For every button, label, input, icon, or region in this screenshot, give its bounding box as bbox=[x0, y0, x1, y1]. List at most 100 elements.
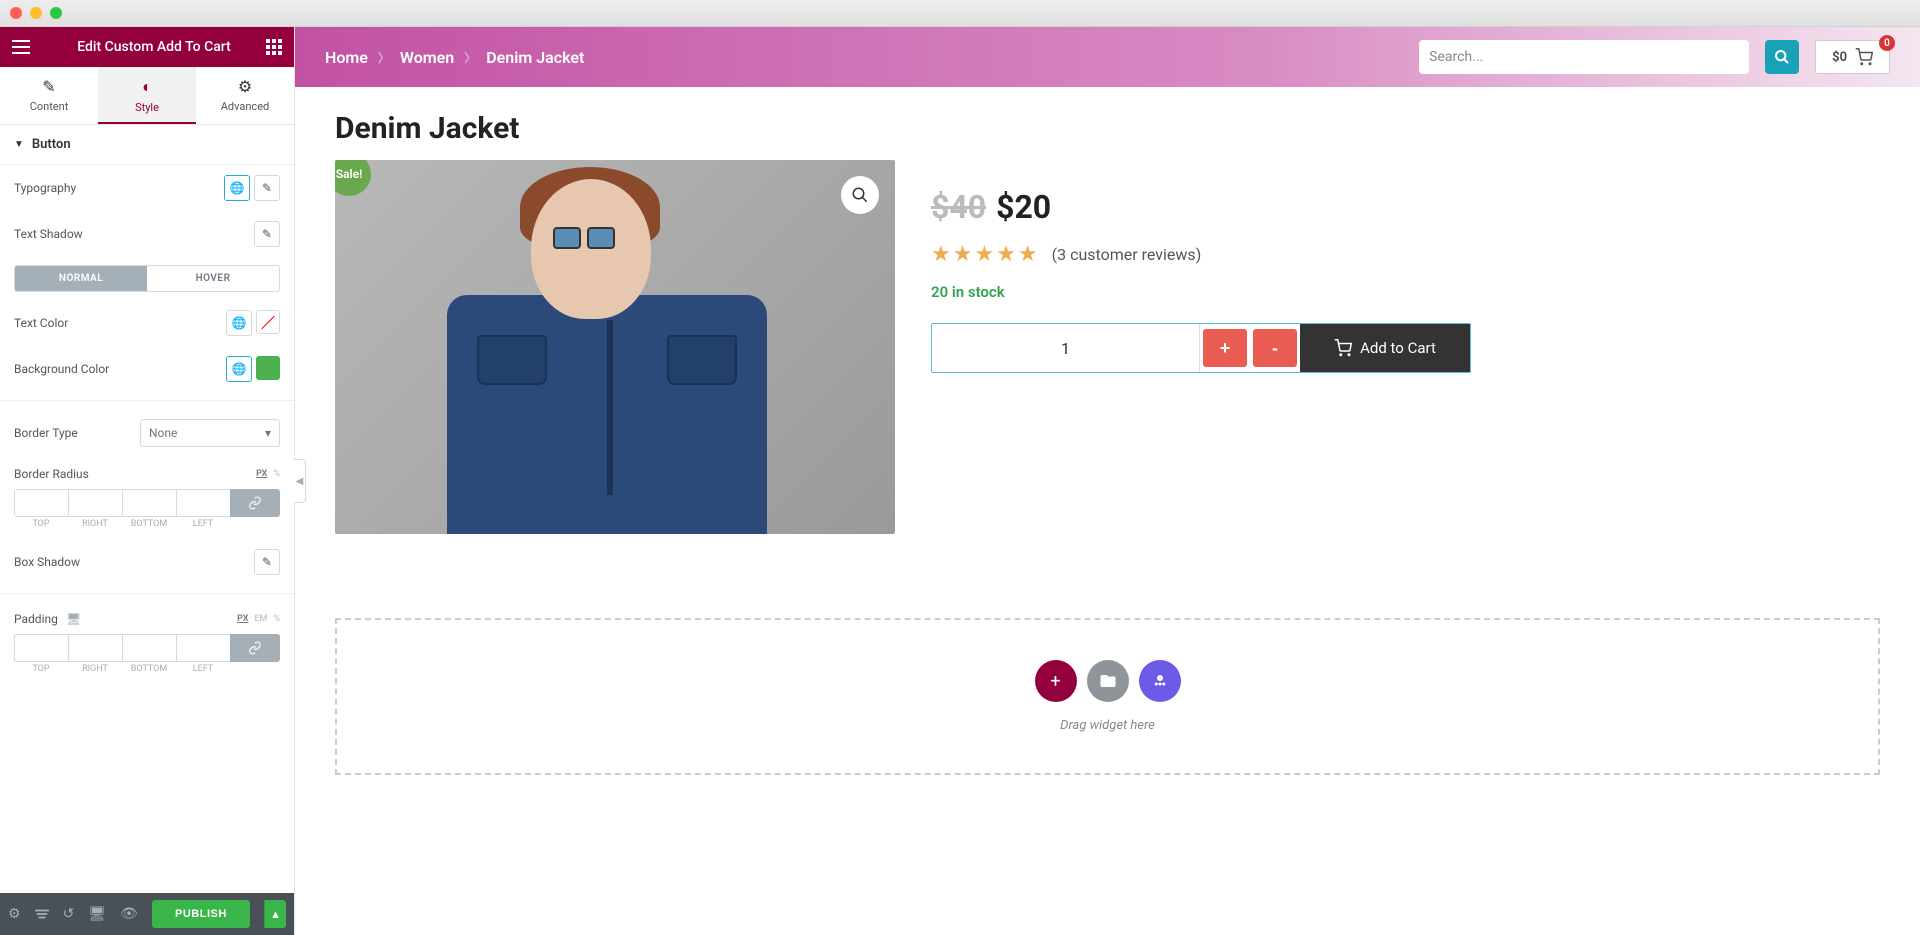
border-radius-labels: TOP RIGHT BOTTOM LEFT bbox=[14, 519, 280, 529]
border-type-select[interactable]: None ▾ bbox=[140, 419, 280, 447]
unit-px[interactable]: PX bbox=[256, 469, 267, 479]
state-tab-normal[interactable]: NORMAL bbox=[15, 266, 147, 291]
sidebar-header: Edit Custom Add To Cart bbox=[0, 27, 294, 67]
padding-inputs bbox=[14, 634, 280, 662]
add-to-cart-button[interactable]: Add to Cart bbox=[1300, 324, 1470, 372]
breadcrumb-women[interactable]: Women bbox=[400, 48, 454, 67]
quantity-minus-button[interactable]: - bbox=[1253, 329, 1297, 367]
drop-zone[interactable]: + Drag widget here bbox=[335, 618, 1880, 775]
padding-right[interactable] bbox=[68, 634, 122, 662]
desktop-icon[interactable]: 🖥 bbox=[66, 612, 81, 626]
border-radius-inputs bbox=[14, 489, 280, 517]
box-shadow-label: Box Shadow bbox=[14, 555, 80, 569]
breadcrumb: Home 〉 Women 〉 Denim Jacket bbox=[325, 48, 584, 67]
editor-title: Edit Custom Add To Cart bbox=[42, 39, 266, 55]
border-radius-right[interactable] bbox=[68, 489, 122, 517]
tab-advanced-label: Advanced bbox=[221, 100, 269, 113]
editor-tabs: ✎ Content ◐ Style ⚙ Advanced bbox=[0, 67, 294, 125]
padding-unit-px[interactable]: PX bbox=[237, 614, 248, 624]
tab-advanced[interactable]: ⚙ Advanced bbox=[196, 67, 294, 124]
unit-pct[interactable]: % bbox=[273, 469, 280, 479]
responsive-icon[interactable]: 🖥 bbox=[88, 906, 106, 922]
border-radius-label: Border Radius bbox=[14, 467, 89, 481]
collapse-sidebar-button[interactable]: ◀ bbox=[294, 459, 306, 503]
tab-style[interactable]: ◐ Style bbox=[98, 67, 196, 124]
tab-content[interactable]: ✎ Content bbox=[0, 67, 98, 124]
publish-button[interactable]: PUBLISH bbox=[152, 900, 250, 928]
link-values-button[interactable] bbox=[230, 489, 280, 517]
padding-left[interactable] bbox=[176, 634, 230, 662]
product-info: $40 $20 ★★★★★ (3 customer reviews) 20 in… bbox=[931, 160, 1880, 534]
text-color-label: Text Color bbox=[14, 316, 68, 330]
product-image[interactable]: Sale! bbox=[335, 160, 895, 534]
add-section-button[interactable]: + bbox=[1035, 660, 1077, 702]
zoom-icon[interactable] bbox=[841, 176, 879, 214]
close-window-button[interactable] bbox=[10, 7, 22, 19]
contrast-icon: ◐ bbox=[98, 77, 196, 97]
add-to-cart-label: Add to Cart bbox=[1360, 339, 1436, 357]
settings-icon[interactable]: ⚙ bbox=[8, 906, 21, 922]
bg-color-swatch[interactable] bbox=[256, 356, 280, 380]
padding-unit-em[interactable]: EM bbox=[254, 614, 267, 624]
border-radius-bottom[interactable] bbox=[122, 489, 176, 517]
breadcrumb-home[interactable]: Home bbox=[325, 48, 368, 67]
bg-color-label: Background Color bbox=[14, 362, 109, 376]
preview-icon[interactable]: 👁 bbox=[120, 906, 138, 922]
chevron-right-icon: 〉 bbox=[378, 49, 390, 66]
edit-box-shadow-button[interactable]: ✎ bbox=[254, 549, 280, 575]
product-photo bbox=[335, 160, 895, 534]
divider bbox=[0, 400, 294, 401]
search-input[interactable]: Search... bbox=[1419, 40, 1749, 74]
typography-label: Typography bbox=[14, 181, 76, 195]
preview-area: Home 〉 Women 〉 Denim Jacket Search... $0 bbox=[295, 27, 1920, 935]
padding-link-button[interactable] bbox=[230, 634, 280, 662]
control-padding: Padding 🖥 PX EM % bbox=[0, 602, 294, 630]
globe-icon[interactable]: 🌐 bbox=[224, 175, 250, 201]
text-color-globe-icon[interactable]: 🌐 bbox=[226, 310, 252, 336]
state-tabs: NORMAL HOVER bbox=[14, 265, 280, 292]
section-button[interactable]: ▼ Button bbox=[0, 125, 294, 165]
divider bbox=[0, 593, 294, 594]
padding-label: Padding bbox=[14, 612, 58, 626]
padding-unit-pct[interactable]: % bbox=[273, 614, 280, 624]
add-global-button[interactable] bbox=[1139, 660, 1181, 702]
old-price: $40 bbox=[931, 188, 986, 226]
history-icon[interactable]: ↺ bbox=[63, 906, 75, 922]
window-chrome bbox=[0, 0, 1920, 27]
quantity-plus-button[interactable]: + bbox=[1203, 329, 1247, 367]
store-header: Home 〉 Women 〉 Denim Jacket Search... $0 bbox=[295, 27, 1920, 87]
edit-text-shadow-button[interactable]: ✎ bbox=[254, 221, 280, 247]
bg-color-globe-icon[interactable]: 🌐 bbox=[226, 356, 252, 382]
cart-icon bbox=[1334, 339, 1352, 357]
menu-icon[interactable] bbox=[12, 40, 30, 54]
product-title: Denim Jacket bbox=[335, 111, 1880, 146]
cart-button[interactable]: $0 0 bbox=[1815, 40, 1890, 74]
state-tab-hover[interactable]: HOVER bbox=[147, 266, 279, 291]
search-button[interactable] bbox=[1765, 40, 1799, 74]
text-color-swatch[interactable] bbox=[256, 310, 280, 334]
control-text-color: Text Color 🌐 bbox=[0, 300, 294, 346]
border-radius-left[interactable] bbox=[176, 489, 230, 517]
border-radius-top[interactable] bbox=[14, 489, 68, 517]
add-template-button[interactable] bbox=[1087, 660, 1129, 702]
navigator-icon[interactable] bbox=[35, 907, 49, 921]
quantity-input[interactable]: 1 bbox=[932, 324, 1200, 372]
stock-status: 20 in stock bbox=[931, 283, 1880, 301]
editor-sidebar: Edit Custom Add To Cart ✎ Content ◐ Styl… bbox=[0, 27, 295, 935]
control-typography: Typography 🌐 ✎ bbox=[0, 165, 294, 211]
padding-bottom[interactable] bbox=[122, 634, 176, 662]
section-button-label: Button bbox=[32, 137, 71, 152]
edit-typography-button[interactable]: ✎ bbox=[254, 175, 280, 201]
maximize-window-button[interactable] bbox=[50, 7, 62, 19]
minimize-window-button[interactable] bbox=[30, 7, 42, 19]
control-box-shadow: Box Shadow ✎ bbox=[0, 539, 294, 585]
reviews-link[interactable]: (3 customer reviews) bbox=[1052, 245, 1202, 264]
publish-options-button[interactable]: ▴ bbox=[264, 900, 286, 928]
cart-icon bbox=[1855, 48, 1873, 66]
breadcrumb-current: Denim Jacket bbox=[486, 48, 584, 67]
pencil-icon: ✎ bbox=[0, 77, 98, 96]
cart-total: $0 bbox=[1832, 50, 1847, 65]
padding-top[interactable] bbox=[14, 634, 68, 662]
widgets-icon[interactable] bbox=[266, 39, 282, 55]
control-text-shadow: Text Shadow ✎ bbox=[0, 211, 294, 257]
